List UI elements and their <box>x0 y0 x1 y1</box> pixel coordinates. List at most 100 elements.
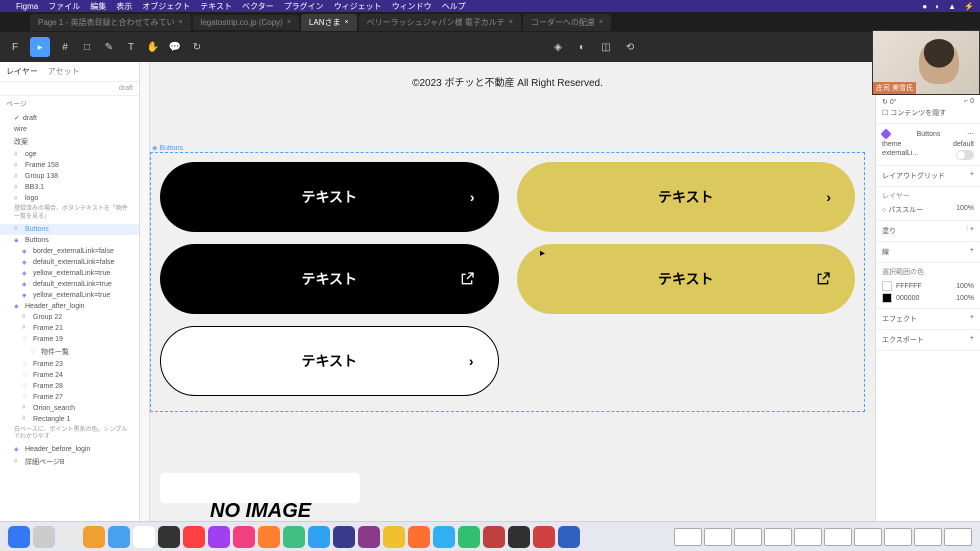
file-tab[interactable]: ベリーラッシュジャパン様 電子カルテ× <box>359 14 521 31</box>
layer-item[interactable]: ◈default_externalLink=false <box>0 257 139 268</box>
dock-app[interactable] <box>83 526 105 548</box>
dock-window[interactable] <box>944 528 972 546</box>
file-tab[interactable]: legatostrip.co.jp (Copy)× <box>193 15 299 30</box>
dock-app[interactable] <box>283 526 305 548</box>
file-tab[interactable]: LANさま× <box>301 14 357 31</box>
dock-app[interactable] <box>383 526 405 548</box>
frame-label[interactable]: ◈ Buttons <box>152 144 183 152</box>
close-icon[interactable]: × <box>509 19 513 26</box>
move-tool[interactable]: ▸ <box>30 37 50 57</box>
dock-window[interactable] <box>794 528 822 546</box>
effect-label[interactable]: エフェクト <box>882 314 917 324</box>
button-border[interactable]: テキスト› <box>160 326 499 396</box>
layer-item[interactable]: ◈default_externalLink=true <box>0 279 139 290</box>
layer-item[interactable]: #Buttons <box>0 224 139 235</box>
rect-tool[interactable]: □ <box>80 40 94 54</box>
pen-tool[interactable]: ✎ <box>102 40 116 54</box>
dock-window[interactable] <box>764 528 792 546</box>
button-yellow[interactable]: テキスト› <box>517 162 856 232</box>
layer-item[interactable]: #oge <box>0 149 139 160</box>
text-tool[interactable]: T <box>124 40 138 54</box>
reset-icon[interactable]: ⟲ <box>623 40 637 54</box>
dock-app[interactable] <box>58 526 80 548</box>
dock-app[interactable] <box>158 526 180 548</box>
layer-item[interactable]: ♡Frame 27 <box>0 392 139 403</box>
dock-app[interactable] <box>508 526 530 548</box>
component-icon[interactable]: ◈ <box>551 40 565 54</box>
dock-app[interactable] <box>8 526 30 548</box>
menu-file[interactable]: ファイル <box>48 1 80 12</box>
button-default-ext[interactable]: テキスト <box>160 244 499 314</box>
instance-name[interactable]: Buttons <box>917 131 941 138</box>
menu-help[interactable]: ヘルプ <box>442 1 466 12</box>
page-dropdown[interactable]: draft <box>0 82 139 96</box>
toggle[interactable] <box>956 150 974 160</box>
menu-text[interactable]: テキスト <box>200 1 232 12</box>
file-tab[interactable]: コーダーへの配慮× <box>523 14 611 31</box>
color-swatch[interactable]: 000000100% <box>882 292 974 304</box>
dock-window[interactable] <box>884 528 912 546</box>
comment-tool[interactable]: 💬 <box>168 40 182 54</box>
figma-menu-icon[interactable]: F <box>8 40 22 54</box>
dock-app[interactable] <box>458 526 480 548</box>
dock-app[interactable] <box>183 526 205 548</box>
layer-item[interactable]: #BB3.1 <box>0 182 139 193</box>
dock-app[interactable] <box>483 526 505 548</box>
dock-app[interactable] <box>358 526 380 548</box>
layer-item[interactable]: #Frame 21 <box>0 323 139 334</box>
layer-item[interactable]: #Orion_search <box>0 403 139 414</box>
close-icon[interactable]: × <box>599 19 603 26</box>
dock-app[interactable] <box>33 526 55 548</box>
assets-tab[interactable]: アセット <box>48 66 80 77</box>
stroke-label[interactable]: 線 <box>882 247 889 257</box>
layer-item[interactable]: ♡Frame 19 <box>0 334 139 345</box>
menu-edit[interactable]: 編集 <box>90 1 106 12</box>
layer-item[interactable]: ◈Header_before_login <box>0 444 139 455</box>
dock-app[interactable] <box>258 526 280 548</box>
layer-item[interactable]: #詳細ページB <box>0 455 139 469</box>
menu-window[interactable]: ウィンドウ <box>392 1 432 12</box>
dock-app[interactable] <box>558 526 580 548</box>
layer-item[interactable]: #Rectangle 1 <box>0 414 139 425</box>
dock-window[interactable] <box>854 528 882 546</box>
dock-app[interactable] <box>433 526 455 548</box>
export-label[interactable]: エクスポート <box>882 335 924 345</box>
union-icon[interactable]: ◫ <box>599 40 613 54</box>
layer-item[interactable]: ◈Header_after_login <box>0 301 139 312</box>
dock-window[interactable] <box>674 528 702 546</box>
dock-window[interactable] <box>704 528 732 546</box>
button-default[interactable]: テキスト› <box>160 162 499 232</box>
layers-tab[interactable]: レイヤー <box>6 66 38 77</box>
button-yellow-ext[interactable]: テキスト <box>517 244 856 314</box>
layer-item[interactable]: #Group 22 <box>0 312 139 323</box>
layer-item[interactable]: ◈Buttons <box>0 235 139 246</box>
dock-app[interactable] <box>408 526 430 548</box>
dock-app[interactable] <box>533 526 555 548</box>
layer-item[interactable]: ♡Frame 23 <box>0 359 139 370</box>
dock-window[interactable] <box>914 528 942 546</box>
app-name[interactable]: Figma <box>16 2 38 11</box>
page-item[interactable]: 改案 <box>0 135 139 149</box>
video-overlay[interactable]: 庄司 美雪氏 <box>872 30 980 95</box>
layer-item[interactable]: ◈border_externalLink=false <box>0 246 139 257</box>
layer-item[interactable]: ♡Frame 24 <box>0 370 139 381</box>
menu-vector[interactable]: ベクター <box>242 1 274 12</box>
dock-app[interactable] <box>333 526 355 548</box>
file-tab[interactable]: Page 1 - 英語表目録と合わせてみてい× <box>30 14 191 31</box>
layer-item[interactable]: ◈yellow_externalLink=true <box>0 290 139 301</box>
dock-window[interactable] <box>824 528 852 546</box>
layer-item[interactable]: ♡物件一覧 <box>0 345 139 359</box>
dock-window[interactable] <box>734 528 762 546</box>
layer-item[interactable]: #Group 138 <box>0 171 139 182</box>
frame-tool[interactable]: # <box>58 40 72 54</box>
color-swatch[interactable]: FFFFFF100% <box>882 280 974 292</box>
menu-view[interactable]: 表示 <box>116 1 132 12</box>
dock-app[interactable] <box>108 526 130 548</box>
dock-app[interactable] <box>308 526 330 548</box>
dock-app[interactable] <box>208 526 230 548</box>
close-icon[interactable]: × <box>287 19 291 26</box>
hand-tool[interactable]: ✋ <box>146 40 160 54</box>
layout-grid-label[interactable]: レイアウトグリッド <box>882 171 945 181</box>
page-item[interactable]: wire <box>0 124 139 135</box>
menu-object[interactable]: オブジェクト <box>142 1 190 12</box>
